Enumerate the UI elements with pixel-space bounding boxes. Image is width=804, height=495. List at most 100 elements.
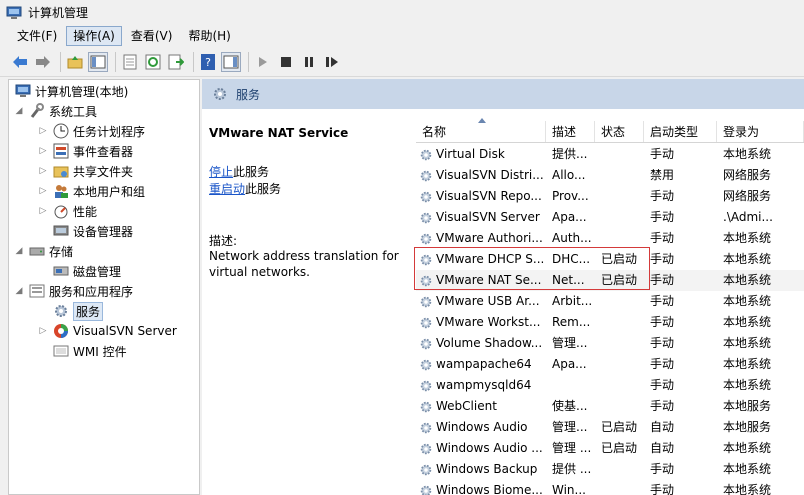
column-name[interactable]: 名称 (416, 121, 546, 142)
tree-item-local-users[interactable]: ▷ 本地用户和组 (37, 181, 145, 201)
title-bar: 计算机管理 (0, 0, 804, 25)
collapse-arrow-icon[interactable]: ◢ (13, 106, 25, 116)
show-hide-action-pane-button[interactable] (221, 51, 241, 72)
service-startup-cell: 手动 (650, 336, 675, 350)
gear-icon (214, 88, 226, 100)
refresh-icon (145, 54, 161, 69)
stop-service-suffix: 此服务 (233, 165, 270, 179)
service-name: Virtual Disk (436, 147, 505, 161)
tree-item-visualsvn[interactable]: ▷ VisualSVN Server (37, 321, 177, 341)
show-hide-tree-button[interactable] (88, 51, 108, 72)
table-row[interactable]: Virtual Disk 提供... 手动 本地系统 (416, 144, 804, 165)
service-logon-cell: 本地服务 (723, 399, 772, 413)
tree-label: 设备管理器 (73, 224, 134, 239)
up-folder-button[interactable] (65, 52, 85, 72)
start-service-button[interactable] (253, 52, 273, 72)
tree-item-services[interactable]: 服务 (49, 301, 104, 321)
visualsvn-icon (54, 324, 68, 338)
table-row[interactable]: VisualSVN Server Apa... 手动 .\Admi... (416, 207, 804, 228)
expand-arrow-icon[interactable]: ▷ (37, 166, 49, 176)
menu-file[interactable]: 文件(F) (10, 26, 64, 46)
service-name: Volume Shadow... (436, 336, 543, 350)
expand-arrow-icon[interactable]: ▷ (37, 186, 49, 196)
forward-button[interactable] (33, 52, 53, 72)
service-name: Windows Audio ... (436, 441, 543, 455)
collapse-arrow-icon[interactable]: ◢ (13, 246, 25, 256)
table-row[interactable]: Volume Shadow... 管理... 手动 本地系统 (416, 333, 804, 354)
table-row[interactable]: VMware USB Ar... Arbit... 手动 本地系统 (416, 291, 804, 312)
menu-action[interactable]: 操作(A) (66, 26, 122, 46)
expand-arrow-icon[interactable]: ▷ (37, 146, 49, 156)
table-row[interactable]: WebClient 使基... 手动 本地服务 (416, 396, 804, 417)
computer-management-icon (6, 6, 22, 19)
table-row[interactable]: wampapache64 Apa... 手动 本地系统 (416, 354, 804, 375)
expand-arrow-icon[interactable]: ▷ (37, 126, 49, 136)
column-log-on-as[interactable]: 登录为 (717, 121, 804, 142)
menu-help[interactable]: 帮助(H) (181, 26, 237, 46)
tree-item-task-scheduler[interactable]: ▷ 任务计划程序 (37, 121, 145, 141)
services-header: 服务 (202, 79, 804, 109)
storage-icon (29, 247, 45, 256)
tree-label: 存储 (49, 244, 74, 259)
expand-arrow-icon[interactable]: ▷ (37, 326, 49, 336)
column-status[interactable]: 状态 (595, 121, 644, 142)
service-logon-cell: 本地系统 (723, 252, 772, 266)
action-pane-icon (223, 55, 239, 68)
tree-item-wmi[interactable]: WMI 控件 (49, 341, 127, 361)
tree-item-event-viewer[interactable]: ▷ 事件查看器 (37, 141, 133, 161)
menu-view[interactable]: 查看(V) (124, 26, 180, 46)
tree-label: VisualSVN Server (73, 324, 177, 338)
back-button[interactable] (10, 52, 30, 72)
collapse-arrow-icon[interactable]: ◢ (13, 286, 25, 296)
table-row[interactable]: Windows Biome... Win... 手动 本地系统 (416, 480, 804, 495)
service-name-cell: Windows Backup (416, 459, 546, 480)
restart-service-link[interactable]: 重启动 (209, 182, 245, 196)
services-title: 服务 (236, 87, 261, 102)
service-startup-cell: 手动 (650, 294, 675, 308)
service-description-cell: 管理... (552, 336, 588, 350)
refresh-button[interactable] (143, 52, 163, 72)
table-row[interactable]: Windows Audio ... 管理 ... 已启动 自动 本地系统 (416, 438, 804, 459)
service-gear-icon (420, 464, 432, 475)
expand-arrow-icon[interactable]: ▷ (37, 206, 49, 216)
tree-item-performance[interactable]: ▷ 性能 (37, 201, 97, 221)
tree-item-storage[interactable]: ◢ 存储 (13, 241, 73, 261)
stop-service-button[interactable] (276, 52, 296, 72)
column-startup-type[interactable]: 启动类型 (644, 121, 717, 142)
sort-ascending-icon (478, 118, 486, 123)
help-button[interactable]: ? (198, 52, 218, 72)
table-row[interactable]: VisualSVN Repo... Prov... 手动 网络服务 (416, 186, 804, 207)
service-name: VisualSVN Repo... (436, 189, 542, 203)
properties-button[interactable] (120, 52, 140, 72)
service-startup-cell: 手动 (650, 399, 675, 413)
disk-icon (53, 266, 69, 276)
restart-service-suffix: 此服务 (245, 182, 282, 196)
pause-service-button[interactable] (299, 52, 319, 72)
table-row[interactable]: VMware Authori... Auth... 手动 本地系统 (416, 228, 804, 249)
service-gear-icon (420, 317, 432, 328)
export-list-button[interactable] (166, 52, 186, 72)
stop-service-line: 停止此服务 (209, 163, 269, 180)
tree-item-disk-management[interactable]: 磁盘管理 (49, 261, 121, 281)
service-startup-cell: 手动 (650, 273, 675, 287)
service-name-cell: wampmysqld64 (416, 375, 546, 396)
column-description[interactable]: 描述 (546, 121, 595, 142)
table-row[interactable]: Windows Audio 管理... 已启动 自动 本地服务 (416, 417, 804, 438)
table-row[interactable]: wampmysqld64 手动 本地系统 (416, 375, 804, 396)
table-row[interactable]: VisualSVN Distri... Allo... 禁用 网络服务 (416, 165, 804, 186)
shared-folder-icon (53, 166, 69, 178)
tree-item-root[interactable]: 计算机管理(本地) (11, 81, 128, 101)
tree-item-device-manager[interactable]: 设备管理器 (49, 221, 133, 241)
stop-service-link[interactable]: 停止 (209, 165, 233, 179)
tree-item-services-apps[interactable]: ◢ 服务和应用程序 (13, 281, 133, 301)
restart-service-button[interactable] (322, 52, 342, 72)
tree-item-system-tools[interactable]: ◢ 系统工具 (13, 101, 97, 121)
back-arrow-icon (13, 55, 27, 68)
service-name: wampmysqld64 (436, 378, 532, 392)
event-viewer-icon (53, 143, 69, 159)
restart-service-line: 重启动此服务 (209, 180, 281, 197)
table-row[interactable]: VMware Workst... Rem... 手动 本地系统 (416, 312, 804, 333)
tree-item-shared-folders[interactable]: ▷ 共享文件夹 (37, 161, 133, 181)
table-row[interactable]: Windows Backup 提供 ... 手动 本地系统 (416, 459, 804, 480)
console-tree: 计算机管理(本地) ◢ 系统工具 ▷ 任务计划程序 ▷ 事件查看器 ▷ 共享文件… (8, 79, 200, 495)
